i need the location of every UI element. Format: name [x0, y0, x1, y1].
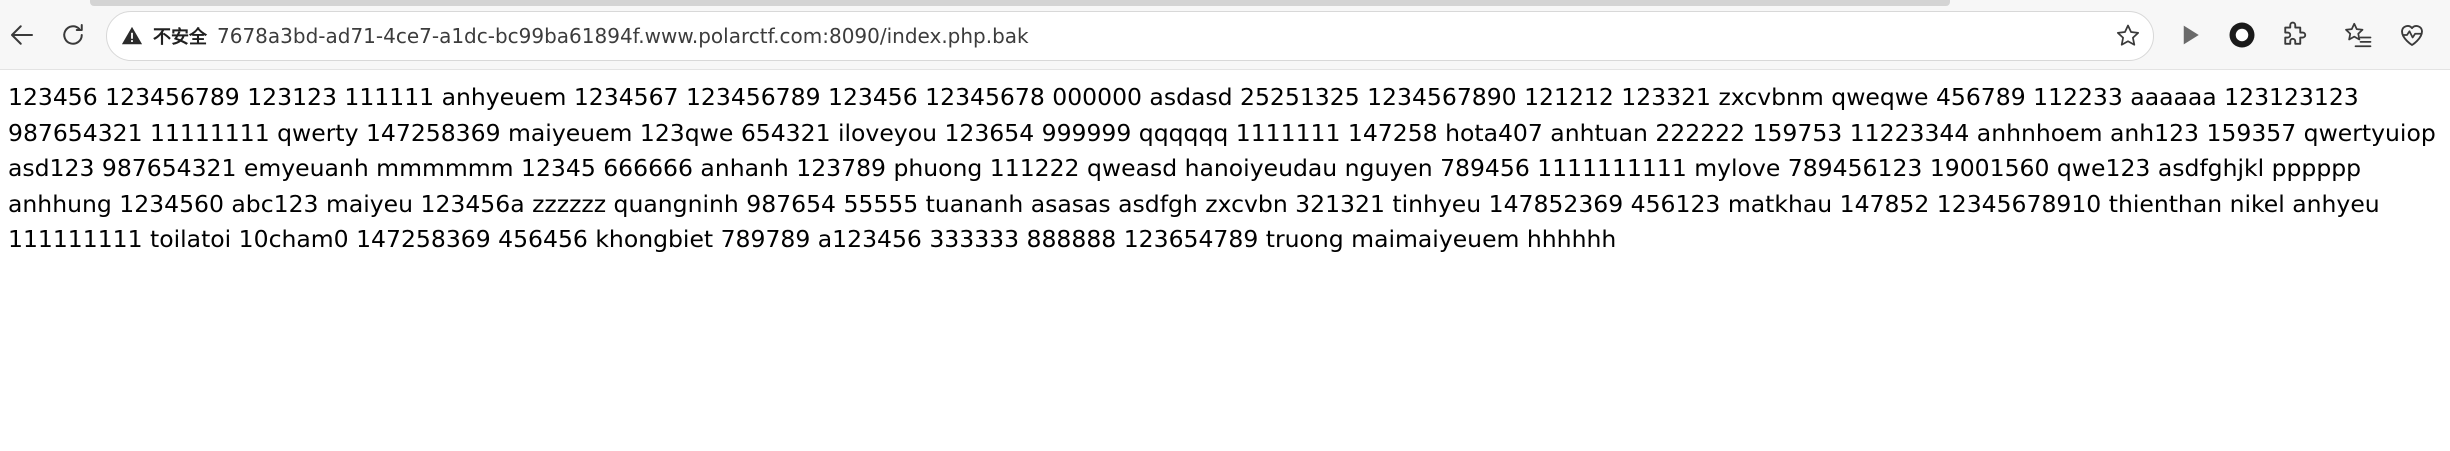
tab-strip-scroll-indicator: [90, 0, 1950, 6]
heart-pulse-icon: [2401, 25, 2423, 46]
favorites-button[interactable]: [2336, 13, 2380, 57]
favorites-list-icon: [2345, 22, 2372, 48]
security-label: 不安全: [153, 27, 207, 48]
reload-button[interactable]: [51, 13, 95, 57]
arrow-left-icon: [11, 25, 33, 45]
extensions-button[interactable]: [2272, 13, 2316, 57]
back-button[interactable]: [0, 13, 44, 57]
record-circle-icon: [2229, 22, 2255, 48]
play-extension-button[interactable]: [2168, 13, 2212, 57]
address-bar[interactable]: 不安全 7678a3bd-ad71-4ce7-a1dc-bc99ba61894f…: [106, 11, 2154, 61]
favorite-button[interactable]: [2107, 15, 2149, 57]
puzzle-piece-icon: [2284, 21, 2307, 45]
security-warning-chip[interactable]: 不安全: [113, 16, 221, 56]
tab-strip: [0, 0, 2450, 6]
browser-essentials-button[interactable]: [2390, 13, 2434, 57]
play-icon: [2183, 25, 2199, 45]
url-text[interactable]: 7678a3bd-ad71-4ce7-a1dc-bc99ba61894f.www…: [217, 12, 1029, 60]
password-list-text: 123456 123456789 123123 111111 anhyeuem …: [8, 83, 2436, 253]
browser-toolbar: 不安全 7678a3bd-ad71-4ce7-a1dc-bc99ba61894f…: [0, 0, 2450, 70]
warning-triangle-icon: [121, 26, 143, 45]
reload-icon: [63, 24, 83, 45]
page-content: 123456 123456789 123123 111111 anhyeuem …: [8, 80, 2450, 440]
record-extension-button[interactable]: [2220, 13, 2264, 57]
star-icon: [2116, 24, 2140, 46]
